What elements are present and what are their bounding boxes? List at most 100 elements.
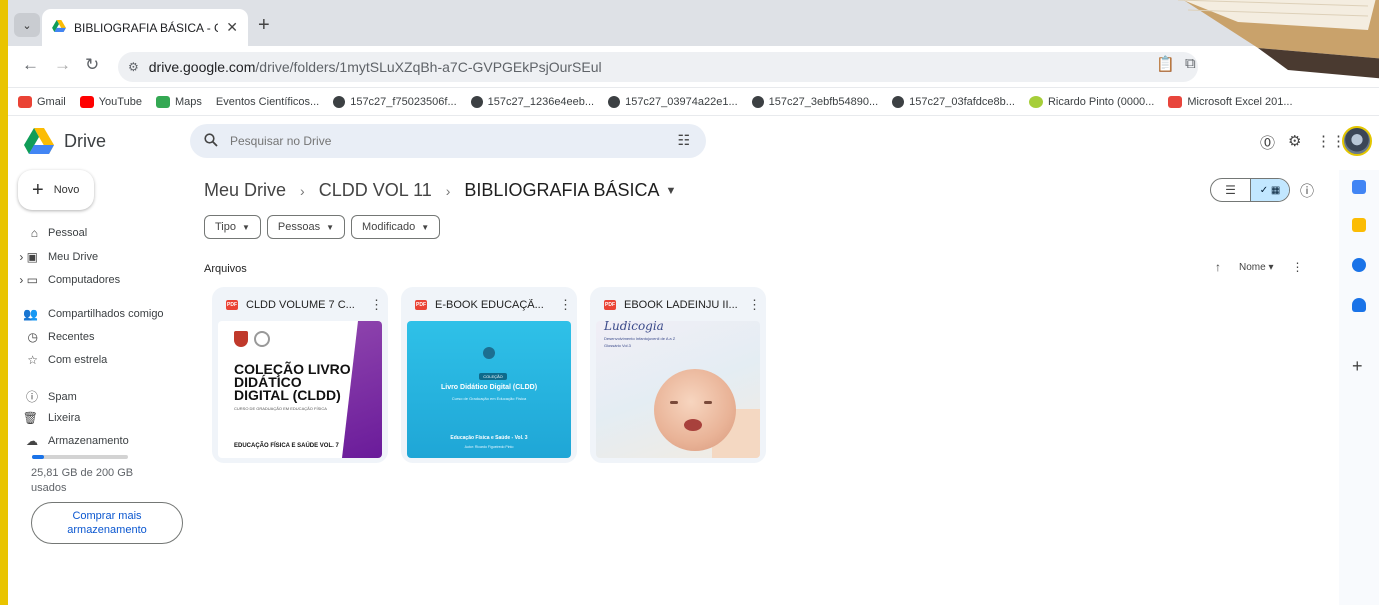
thumb-volume: Glossário Vol.3 bbox=[604, 343, 631, 348]
sidebar-item-recentes[interactable]: ◷ Recentes bbox=[16, 330, 95, 344]
baby-eye bbox=[670, 401, 678, 404]
omnibox[interactable]: ⚙ drive.google.com/drive/folders/1mytSLu… bbox=[118, 52, 1198, 82]
site-settings-icon[interactable]: ⚙ bbox=[128, 60, 139, 74]
drive-logo[interactable]: Drive bbox=[24, 128, 106, 154]
more-actions-icon[interactable]: ⋮ bbox=[559, 297, 572, 313]
forward-icon[interactable]: → bbox=[54, 55, 71, 75]
search-bar[interactable]: ☷ bbox=[190, 124, 706, 158]
caret-down-icon[interactable]: ▼ bbox=[666, 185, 677, 197]
bookmark-item[interactable]: Maps bbox=[155, 95, 202, 108]
close-tab-icon[interactable]: ✕ bbox=[226, 19, 238, 36]
settings-icon[interactable]: ⚙ bbox=[1288, 132, 1301, 150]
youtube-icon bbox=[79, 95, 94, 108]
file-thumbnail[interactable]: COLEÇÃO LIVRO DIDÁTICO DIGITAL (CLDD) CU… bbox=[218, 321, 382, 458]
breadcrumb: Meu Drive › CLDD VOL 11 › BIBLIOGRAFIA B… bbox=[204, 180, 676, 201]
buy-storage-button[interactable]: Comprar mais armazenamento bbox=[31, 502, 183, 544]
bookmark-item[interactable]: 157c27_f75023506f... bbox=[333, 95, 457, 108]
file-card[interactable]: PDF E-BOOK EDUCAÇÃ... ⋮ COLEÇÃO Livro Di… bbox=[401, 287, 577, 463]
search-input[interactable] bbox=[230, 134, 650, 148]
bookmark-item[interactable]: 157c27_3ebfb54890... bbox=[751, 95, 878, 108]
cloud-icon: ☁ bbox=[26, 434, 38, 448]
orcid-icon bbox=[1028, 95, 1043, 108]
sort-direction-icon[interactable]: ↑ bbox=[1215, 260, 1221, 274]
thumb-subtitle: Desenvolvimento Infantojuvenil de A a Z bbox=[604, 336, 676, 341]
url-text[interactable]: drive.google.com/drive/folders/1mytSLuXZ… bbox=[149, 59, 602, 75]
storage-bar bbox=[32, 455, 128, 459]
bookmark-item[interactable]: Microsoft Excel 201... bbox=[1168, 95, 1293, 108]
sidebar-item-compartilhados-comigo[interactable]: 👥 Compartilhados comigo bbox=[16, 307, 164, 321]
baby-photo bbox=[654, 369, 736, 451]
shared-icon: 👥 bbox=[23, 307, 38, 321]
filter-type[interactable]: Tipo ▼ bbox=[204, 215, 261, 239]
sidebar-item-spam[interactable]: ⓘ Spam bbox=[16, 388, 77, 405]
bookmark-item[interactable]: 157c27_1236e4eeb... bbox=[470, 95, 594, 108]
bookmark-item[interactable]: Gmail bbox=[18, 95, 66, 108]
sidebar-item-computadores[interactable]: › ▭ Computadores bbox=[16, 273, 120, 287]
sidebar-item-com-estrela[interactable]: ☆ Com estrela bbox=[16, 353, 107, 367]
file-thumbnail[interactable]: Ludicogia Desenvolvimento Infantojuvenil… bbox=[596, 321, 760, 458]
star-icon: ☆ bbox=[27, 353, 38, 367]
spam-icon: ⓘ bbox=[25, 390, 38, 404]
bookmark-item[interactable]: 157c27_03fafdce8b... bbox=[892, 95, 1015, 108]
search-icon[interactable] bbox=[204, 132, 218, 150]
back-icon[interactable]: ← bbox=[22, 55, 39, 75]
breadcrumb-current-folder[interactable]: BIBLIOGRAFIA BÁSICA bbox=[464, 180, 659, 201]
file-card[interactable]: PDF EBOOK LADEINJU II... ⋮ Ludicogia Des… bbox=[590, 287, 766, 463]
filter-modified[interactable]: Modificado ▼ bbox=[351, 215, 441, 239]
globe-icon bbox=[751, 95, 764, 108]
thumb-title: COLEÇÃO LIVRO DIDÁTICO DIGITAL (CLDD) bbox=[234, 361, 351, 403]
sidebar-item-label: Recentes bbox=[48, 331, 95, 343]
sidebar-item-armazenamento[interactable]: ☁ Armazenamento bbox=[16, 434, 129, 448]
grid-view-button[interactable]: ✓ ▦ bbox=[1249, 179, 1289, 201]
bookmark-label: Microsoft Excel 201... bbox=[1187, 95, 1293, 108]
pdf-icon: PDF bbox=[226, 300, 238, 310]
bookmark-item[interactable]: Ricardo Pinto (0000... bbox=[1028, 95, 1155, 108]
bookmark-label: Ricardo Pinto (0000... bbox=[1047, 95, 1155, 108]
bookmark-item[interactable]: Eventos Científicos... bbox=[216, 96, 319, 108]
globe-icon bbox=[608, 95, 621, 108]
bookmark-label: 157c27_f75023506f... bbox=[350, 95, 457, 108]
contacts-icon[interactable] bbox=[1352, 298, 1366, 312]
tasks-icon[interactable] bbox=[1352, 258, 1366, 272]
reload-icon[interactable]: ↻ bbox=[85, 55, 99, 75]
sort-by-button[interactable]: Nome ▾ bbox=[1239, 262, 1274, 273]
browser-tab[interactable]: BIBLIOGRAFIA BÁSICA - Google ✕ bbox=[42, 9, 248, 46]
coat-of-arms-icon bbox=[234, 331, 248, 347]
plus-icon: + bbox=[32, 178, 44, 201]
more-actions-icon[interactable]: ⋮ bbox=[748, 297, 761, 313]
bookmarks-bar: Gmail YouTube Maps Eventos Científicos... 15… bbox=[8, 88, 1379, 116]
view-toggle: ☰ ✓ ▦ bbox=[1210, 178, 1290, 202]
thumb-badge: COLEÇÃO bbox=[479, 373, 507, 380]
breadcrumb-my-drive[interactable]: Meu Drive bbox=[204, 180, 286, 201]
list-view-button[interactable]: ☰ bbox=[1211, 179, 1250, 201]
search-options-icon[interactable]: ☷ bbox=[677, 132, 690, 149]
sidebar-item-meu-drive[interactable]: › ▣ Meu Drive bbox=[16, 250, 98, 264]
bookmark-item[interactable]: 157c27_03974a22e1... bbox=[608, 95, 738, 108]
browser-window: ⌄ BIBLIOGRAFIA BÁSICA - Google ✕ + ← → ↻… bbox=[8, 0, 1379, 605]
keep-icon[interactable] bbox=[1352, 218, 1366, 232]
help-icon[interactable]: ⓪ bbox=[1260, 132, 1275, 153]
storage-text: 25,81 GB de 200 GB usados bbox=[31, 467, 134, 494]
sidebar-item-label: Pessoal bbox=[48, 227, 88, 239]
tab-search-button[interactable]: ⌄ bbox=[14, 13, 40, 37]
sidebar-item-lixeira[interactable]: 🗑 Lixeira bbox=[16, 411, 81, 425]
new-tab-button[interactable]: + bbox=[258, 14, 270, 37]
info-icon[interactable]: ⓘ bbox=[1300, 181, 1314, 201]
file-card[interactable]: PDF CLDD VOLUME 7 C... ⋮ COLEÇÃO LIVRO D… bbox=[212, 287, 388, 463]
avatar[interactable] bbox=[1342, 126, 1372, 156]
file-thumbnail[interactable]: COLEÇÃO Livro Didático Digital (CLDD) Cu… bbox=[407, 321, 571, 458]
breadcrumb-cldd-vol[interactable]: CLDD VOL 11 bbox=[319, 180, 432, 201]
bookmark-item[interactable]: YouTube bbox=[79, 95, 142, 108]
home-icon: ⌂ bbox=[30, 226, 38, 240]
filter-chips: Tipo ▼ Pessoas ▼ Modificado ▼ bbox=[204, 215, 441, 239]
more-options-icon[interactable]: ⋮ bbox=[1292, 260, 1304, 274]
add-addon-icon[interactable]: + bbox=[1352, 356, 1363, 377]
thumb-footer: Educação Física e Saúde - Vol. 3 bbox=[450, 435, 528, 441]
new-button[interactable]: + Novo bbox=[18, 170, 94, 210]
more-actions-icon[interactable]: ⋮ bbox=[370, 297, 383, 313]
bookmark-label: 157c27_03fafdce8b... bbox=[909, 95, 1015, 108]
calendar-icon[interactable] bbox=[1352, 180, 1366, 194]
filter-people[interactable]: Pessoas ▼ bbox=[266, 215, 346, 239]
sort-controls: ↑ Nome ▾ ⋮ bbox=[1215, 260, 1304, 274]
sidebar-item-pessoal[interactable]: ⌂ Pessoal bbox=[16, 226, 87, 240]
